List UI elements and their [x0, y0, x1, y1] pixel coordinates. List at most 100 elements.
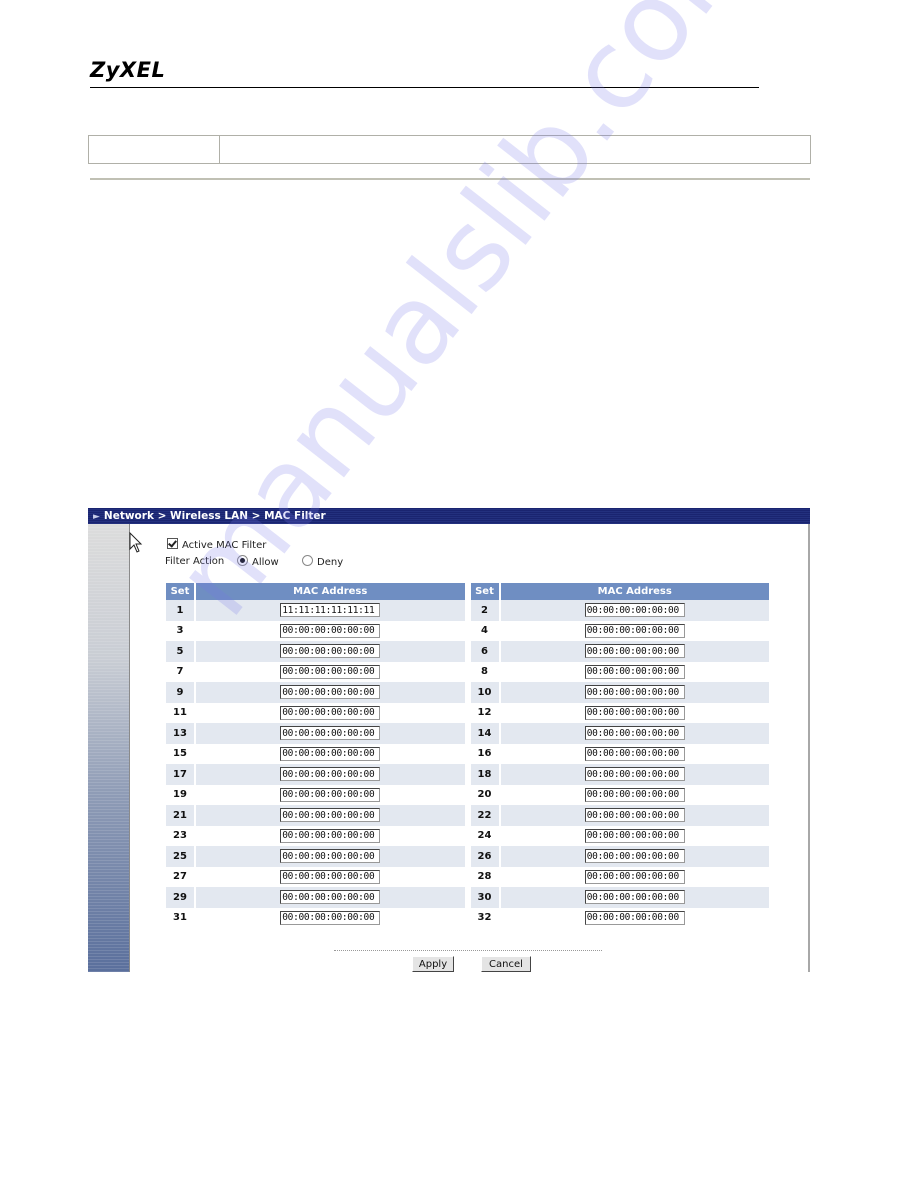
set-number: 21	[166, 805, 196, 826]
set-number: 6	[470, 641, 501, 662]
mac-address-input[interactable]	[280, 808, 381, 823]
mac-address-input[interactable]	[584, 685, 685, 700]
mac-cell	[501, 743, 771, 764]
mac-address-input[interactable]	[280, 828, 381, 843]
mac-cell	[196, 866, 467, 887]
set-number: 17	[166, 764, 196, 785]
mac-cell	[196, 825, 467, 846]
cancel-button[interactable]: Cancel	[481, 956, 531, 972]
empty-header-table	[88, 135, 811, 164]
mac-address-input[interactable]	[280, 890, 381, 905]
checkbox-checked-icon[interactable]	[167, 538, 178, 549]
table-row: 25 26	[166, 846, 771, 867]
table-row: 21 22	[166, 805, 771, 826]
mac-address-input[interactable]	[280, 767, 381, 782]
set-number: 18	[470, 764, 501, 785]
sidebar	[88, 524, 130, 972]
mac-cell	[500, 723, 771, 744]
table-header-row: Set MAC Address Set MAC Address	[166, 583, 771, 600]
mac-cell	[196, 682, 467, 703]
mac-cell	[501, 866, 771, 887]
mac-cell	[501, 825, 771, 846]
mac-address-input[interactable]	[280, 664, 381, 679]
mac-address-input[interactable]	[584, 746, 685, 761]
mac-cell	[501, 907, 771, 928]
active-mac-filter-checkbox[interactable]: Active MAC Filter	[167, 538, 266, 551]
set-number: 27	[166, 866, 196, 887]
set-number: 30	[470, 887, 501, 908]
table-row: 1920	[166, 784, 771, 805]
mac-cell	[196, 723, 467, 744]
mac-address-input[interactable]	[584, 808, 685, 823]
table-row: 1516	[166, 743, 771, 764]
apply-button[interactable]: Apply	[412, 956, 454, 972]
mac-address-input[interactable]	[280, 603, 381, 618]
radio-deny[interactable]: Deny	[302, 555, 343, 568]
mac-address-input[interactable]	[280, 644, 381, 659]
breadcrumb-text: Network > Wireless LAN > MAC Filter	[103, 510, 326, 522]
table-row: 12	[166, 600, 771, 621]
set-number: 24	[471, 825, 501, 846]
set-number: 12	[471, 702, 501, 723]
mac-address-input[interactable]	[280, 787, 381, 802]
mac-address-input[interactable]	[584, 664, 685, 679]
mac-cell	[196, 764, 467, 785]
table-row: 29 30	[166, 887, 771, 908]
mac-address-input[interactable]	[584, 869, 685, 884]
mac-address-input[interactable]	[584, 623, 685, 638]
mac-address-input[interactable]	[584, 828, 685, 843]
mac-address-input[interactable]	[280, 849, 381, 864]
mac-cell	[500, 682, 771, 703]
column-header-mac: MAC Address	[500, 583, 771, 600]
set-number: 23	[166, 825, 196, 846]
mac-address-input[interactable]	[584, 603, 685, 618]
radio-unselected-icon[interactable]	[302, 555, 313, 566]
mac-address-input[interactable]	[584, 726, 685, 741]
mac-address-input[interactable]	[584, 705, 685, 720]
table-row: 11 12	[166, 702, 771, 723]
mac-address-input[interactable]	[280, 685, 381, 700]
set-number: 20	[471, 784, 501, 805]
set-number: 28	[471, 866, 501, 887]
mac-cell	[501, 661, 771, 682]
mac-address-input[interactable]	[280, 726, 381, 741]
table-row: 27 28	[166, 866, 771, 887]
mac-cell	[196, 907, 467, 928]
radio-allow[interactable]: Allow	[237, 555, 279, 568]
mac-cell	[196, 641, 467, 662]
mac-address-input[interactable]	[584, 849, 685, 864]
breadcrumb-arrow-icon: ►	[93, 512, 100, 522]
mac-cell	[501, 702, 771, 723]
radio-allow-label: Allow	[252, 557, 279, 568]
mac-cell	[196, 784, 467, 805]
mac-cell	[501, 620, 771, 641]
mac-address-input[interactable]	[584, 910, 685, 925]
breadcrumb: ► Network > Wireless LAN > MAC Filter	[88, 508, 810, 524]
button-divider	[334, 950, 602, 951]
mac-address-input[interactable]	[584, 644, 685, 659]
mac-filter-screenshot: ► Network > Wireless LAN > MAC Filter Act…	[88, 508, 811, 972]
mac-cell	[196, 887, 467, 908]
radio-selected-icon[interactable]	[237, 555, 248, 566]
mac-address-input[interactable]	[584, 787, 685, 802]
set-number: 14	[470, 723, 501, 744]
table-row: 1718	[166, 764, 771, 785]
mac-address-input[interactable]	[280, 705, 381, 720]
set-number: 7	[166, 661, 196, 682]
mac-cell	[196, 620, 467, 641]
set-number: 3	[166, 620, 196, 641]
mac-cell	[196, 661, 467, 682]
set-number: 26	[470, 846, 501, 867]
mac-address-input[interactable]	[280, 746, 381, 761]
mac-address-input[interactable]	[280, 910, 381, 925]
set-number: 29	[166, 887, 196, 908]
mac-address-input[interactable]	[280, 869, 381, 884]
mac-address-input[interactable]	[280, 623, 381, 638]
mouse-cursor-icon	[129, 532, 143, 553]
mac-address-input[interactable]	[584, 890, 685, 905]
set-number: 31	[166, 907, 196, 928]
set-number: 2	[470, 600, 501, 621]
column-header-mac: MAC Address	[196, 583, 467, 600]
mac-address-input[interactable]	[584, 767, 685, 782]
header-table-cell	[89, 136, 220, 163]
